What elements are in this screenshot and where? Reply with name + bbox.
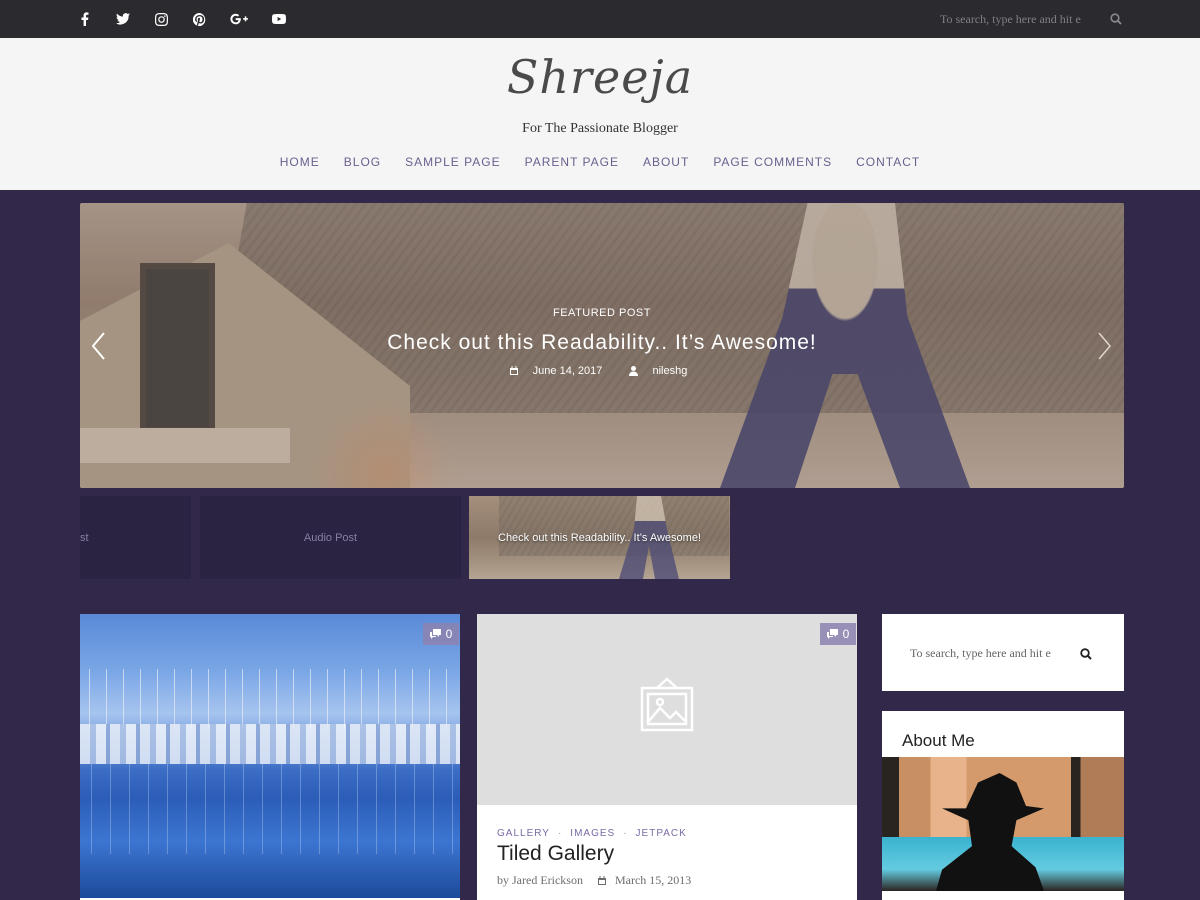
- post-card: 0: [80, 614, 460, 900]
- post-image-placeholder[interactable]: [477, 614, 857, 805]
- post-title[interactable]: Tiled Gallery: [497, 842, 614, 866]
- nav-page-comments[interactable]: PAGE COMMENTS: [713, 155, 832, 169]
- nav-home[interactable]: HOME: [280, 155, 320, 169]
- social-links: [78, 0, 310, 38]
- post-date: March 15, 2013: [597, 873, 691, 888]
- category-link[interactable]: JETPACK: [636, 828, 687, 839]
- nav-contact[interactable]: CONTACT: [856, 155, 920, 169]
- category-link[interactable]: IMAGES: [570, 828, 615, 839]
- calendar-icon: [509, 366, 518, 375]
- about-me-image: [882, 757, 1124, 891]
- site-header: Shreeja For The Passionate Blogger HOME …: [0, 38, 1200, 190]
- widget-title: About Me: [902, 731, 975, 750]
- search-icon[interactable]: [1110, 12, 1124, 26]
- top-search-input[interactable]: [940, 9, 1096, 29]
- calendar-icon: [597, 875, 606, 885]
- google-plus-icon[interactable]: [230, 12, 248, 26]
- category-link[interactable]: GALLERY: [497, 828, 550, 839]
- slider-thumbnail-active[interactable]: Check out this Readability.. It’s Awesom…: [469, 496, 730, 579]
- nav-blog[interactable]: BLOG: [344, 155, 381, 169]
- site-tagline: For The Passionate Blogger: [522, 121, 678, 136]
- top-search-form: [940, 9, 1130, 29]
- comment-count-badge[interactable]: 0: [423, 623, 459, 645]
- slide-date: June 14, 2017: [509, 365, 611, 377]
- twitter-icon[interactable]: [116, 12, 130, 26]
- instagram-icon[interactable]: [154, 12, 168, 26]
- image-placeholder-icon: [640, 677, 694, 732]
- sidebar-search-widget: [882, 614, 1124, 691]
- slider-thumbnail[interactable]: st: [80, 496, 191, 579]
- post-meta: by Jared Erickson March 15, 2013: [497, 873, 691, 888]
- comments-icon: [826, 629, 838, 639]
- featured-slider[interactable]: FEATURED POST Check out this Readability…: [80, 203, 1124, 488]
- sidebar-search-input[interactable]: [910, 644, 1060, 662]
- youtube-icon[interactable]: [272, 12, 286, 26]
- comments-icon: [429, 629, 441, 639]
- about-me-widget: About Me: [882, 711, 1124, 900]
- top-bar: [0, 0, 1200, 38]
- slide-meta: June 14, 2017 nileshg: [80, 365, 1124, 379]
- pinterest-icon[interactable]: [192, 12, 206, 26]
- post-categories: GALLERY · IMAGES · JETPACK: [497, 828, 687, 839]
- site-logo[interactable]: Shreeja: [0, 50, 1200, 104]
- nav-about[interactable]: ABOUT: [643, 155, 689, 169]
- slide-title[interactable]: Check out this Readability.. It’s Awesom…: [80, 331, 1124, 355]
- nav-sample-page[interactable]: SAMPLE PAGE: [405, 155, 500, 169]
- search-icon[interactable]: [1080, 647, 1094, 661]
- slide-label: FEATURED POST: [553, 307, 651, 319]
- slider-prev-arrow[interactable]: [90, 331, 108, 361]
- facebook-icon[interactable]: [78, 12, 92, 26]
- comment-count-badge[interactable]: 0: [820, 623, 856, 645]
- slider-thumbnail[interactable]: Audio Post: [200, 496, 461, 579]
- slider-next-arrow[interactable]: [1095, 331, 1113, 361]
- nav-parent-page[interactable]: PARENT PAGE: [525, 155, 619, 169]
- post-card: 0 GALLERY · IMAGES · JETPACK Tiled Galle…: [477, 614, 857, 900]
- post-author[interactable]: by Jared Erickson: [497, 873, 583, 888]
- slide-author: nileshg: [629, 365, 695, 377]
- main-nav: HOME BLOG SAMPLE PAGE PARENT PAGE ABOUT …: [0, 155, 1200, 169]
- post-image[interactable]: [80, 614, 460, 898]
- user-icon: [629, 366, 639, 376]
